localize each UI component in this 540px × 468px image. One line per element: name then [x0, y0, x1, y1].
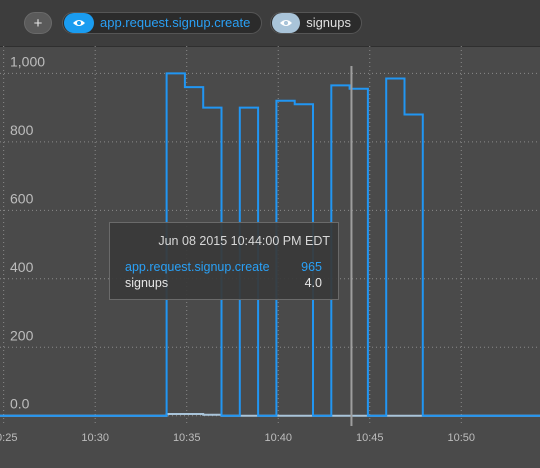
y-tick-label: 600 — [10, 190, 34, 206]
x-tick-label: 10:35 — [173, 432, 201, 444]
metric-pill-label: signups — [306, 15, 351, 30]
x-axis-labels: 10:25 10:30 10:35 10:40 10:45 10:50 — [0, 432, 475, 444]
y-tick-label: 200 — [10, 327, 34, 343]
x-tick-label: 10:50 — [448, 432, 476, 444]
tooltip-row: app.request.signup.create 965 — [125, 260, 322, 274]
eye-icon[interactable] — [64, 13, 94, 33]
add-metric-button[interactable]: + — [24, 12, 52, 34]
x-tick-label: 10:40 — [264, 432, 292, 444]
metric-pill-signup-create[interactable]: app.request.signup.create — [62, 12, 262, 34]
tooltip-timestamp: Jun 08 2015 10:44:00 PM EDT — [158, 234, 330, 248]
tooltip-row: signups 4.0 — [125, 276, 322, 290]
tooltip-series-name: signups — [125, 276, 169, 290]
tooltip-series-name: app.request.signup.create — [125, 260, 270, 274]
metrics-toolbar: + app.request.signup.create signups — [0, 0, 540, 47]
y-axis-labels: 0.0 200 400 600 800 1,000 — [10, 53, 45, 411]
eye-icon[interactable] — [272, 13, 301, 33]
hover-tooltip: Jun 08 2015 10:44:00 PM EDT app.request.… — [109, 222, 339, 300]
x-tick-label: 10:30 — [81, 432, 109, 444]
y-tick-label: 0.0 — [10, 396, 30, 412]
metric-pill-label: app.request.signup.create — [100, 15, 251, 30]
tooltip-series-value: 4.0 — [304, 276, 322, 290]
y-tick-label: 800 — [10, 122, 34, 138]
y-tick-label: 1,000 — [10, 53, 45, 69]
x-tick-label: 10:25 — [0, 432, 17, 444]
tooltip-series-value: 965 — [301, 260, 322, 274]
x-tick-label: 10:45 — [356, 432, 384, 444]
y-tick-label: 400 — [10, 259, 34, 275]
metric-pill-signups[interactable]: signups — [270, 12, 362, 34]
